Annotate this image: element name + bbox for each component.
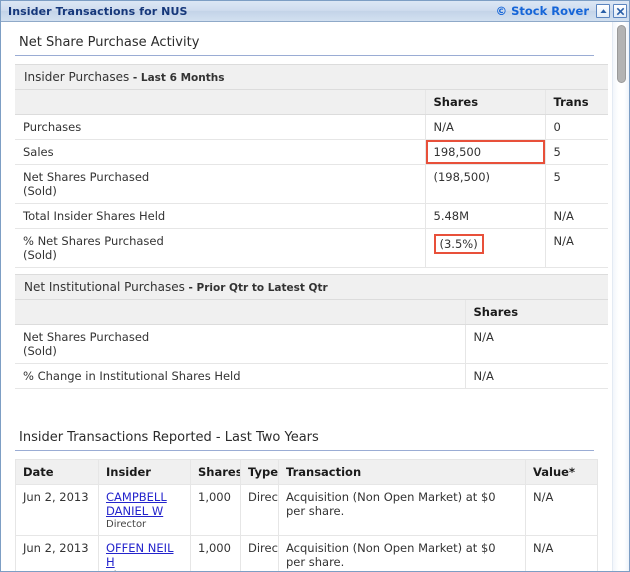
row-label: % Change in Institutional Shares Held <box>15 363 465 389</box>
cell-transaction: Acquisition (Non Open Market) at $0 per … <box>278 535 526 571</box>
col-header-date: Date <box>15 459 99 485</box>
insider-transactions-reported-section: Insider Transactions Reported - Last Two… <box>1 417 608 571</box>
row-shares-value: (3.5%) <box>439 237 478 251</box>
row-trans: 5 <box>544 164 608 204</box>
row-label: Net Shares Purchased (Sold) <box>15 324 465 364</box>
column-header-row: Date Insider Shares Type Transaction Val… <box>15 459 598 485</box>
window-titlebar: Insider Transactions for NUS © Stock Rov… <box>1 1 629 22</box>
col-header-blank <box>15 89 425 115</box>
table-row: % Change in Institutional Shares Held N/… <box>15 363 608 389</box>
row-trans: N/A <box>544 203 608 229</box>
col-header-insider: Insider <box>98 459 191 485</box>
titlebar-controls: © Stock Rover <box>496 4 627 18</box>
group-header-cell: Insider Purchases - Last 6 Months <box>15 64 608 90</box>
row-shares: N/A <box>464 324 608 364</box>
vertical-scrollbar[interactable] <box>612 22 629 571</box>
cell-date: Jun 2, 2013 <box>15 483 99 537</box>
group-header-row: Net Institutional Purchases - Prior Qtr … <box>15 274 608 300</box>
net-institutional-purchases-table: Net Institutional Purchases - Prior Qtr … <box>15 274 608 389</box>
cell-shares: 1,000 <box>190 483 241 537</box>
group-header-row: Insider Purchases - Last 6 Months <box>15 64 608 90</box>
cell-value: N/A <box>525 483 598 537</box>
group-name: Net Institutional Purchases <box>24 280 185 294</box>
table-row: Purchases N/A 0 <box>15 114 608 140</box>
col-header-transaction: Transaction <box>278 459 526 485</box>
cell-transaction: Acquisition (Non Open Market) at $0 per … <box>278 483 526 537</box>
col-header-shares: Shares <box>190 459 241 485</box>
table-row: Total Insider Shares Held 5.48M N/A <box>15 203 608 229</box>
row-trans: 5 <box>544 139 608 165</box>
table-row: Net Shares Purchased (Sold) N/A <box>15 324 608 364</box>
col-header-blank <box>15 299 465 325</box>
net-share-purchase-activity-section: Net Share Purchase Activity Insider Purc… <box>1 22 608 389</box>
col-header-trans: Trans <box>544 89 608 115</box>
col-header-value: Value* <box>525 459 598 485</box>
cell-value: N/A <box>525 535 598 571</box>
row-trans: N/A <box>544 228 608 268</box>
table-row: Sales 198,500 5 <box>15 139 608 165</box>
column-header-row: Shares <box>15 299 608 325</box>
scrollbar-thumb[interactable] <box>617 25 626 83</box>
cell-insider: OFFEN NEIL H Director <box>98 535 191 571</box>
window-title: Insider Transactions for NUS <box>8 4 188 18</box>
col-header-type: Type <box>240 459 279 485</box>
row-shares-highlighted: 198,500 <box>424 139 545 165</box>
table-row: Net Shares Purchased (Sold) (198,500) 5 <box>15 164 608 204</box>
row-shares: (198,500) <box>424 164 545 204</box>
column-header-row: Shares Trans <box>15 89 608 115</box>
cell-date: Jun 2, 2013 <box>15 535 99 571</box>
insider-role: Director <box>106 519 147 531</box>
scroll-content: Net Share Purchase Activity Insider Purc… <box>1 22 608 571</box>
row-shares: 5.48M <box>424 203 545 229</box>
group-period: - Prior Qtr to Latest Qtr <box>188 282 328 294</box>
group-name: Insider Purchases <box>24 70 130 84</box>
insider-purchases-table: Insider Purchases - Last 6 Months Shares… <box>15 64 608 268</box>
insider-transactions-table: Date Insider Shares Type Transaction Val… <box>15 459 598 571</box>
collapse-up-icon[interactable] <box>596 4 610 18</box>
insider-link[interactable]: OFFEN NEIL H <box>106 541 183 569</box>
section-title-net-share: Net Share Purchase Activity <box>15 22 594 56</box>
group-header-cell: Net Institutional Purchases - Prior Qtr … <box>15 274 608 300</box>
section-title-transactions: Insider Transactions Reported - Last Two… <box>15 417 594 451</box>
row-shares-highlighted: (3.5%) <box>424 228 545 268</box>
row-label: % Net Shares Purchased (Sold) <box>15 228 425 268</box>
row-label: Purchases <box>15 114 425 140</box>
row-label: Sales <box>15 139 425 165</box>
insider-transactions-window: Insider Transactions for NUS © Stock Rov… <box>0 0 630 572</box>
table-row: % Net Shares Purchased (Sold) (3.5%) N/A <box>15 228 608 268</box>
highlight-box: (3.5%) <box>433 234 484 254</box>
row-label: Net Shares Purchased (Sold) <box>15 164 425 204</box>
group-period: - Last 6 Months <box>132 72 225 84</box>
col-header-shares: Shares <box>424 89 545 115</box>
insider-link[interactable]: CAMPBELL DANIEL W <box>106 490 183 518</box>
row-shares: N/A <box>424 114 545 140</box>
row-label: Total Insider Shares Held <box>15 203 425 229</box>
cell-type: Direct <box>240 483 279 537</box>
cell-type: Direct <box>240 535 279 571</box>
cell-insider: CAMPBELL DANIEL W Director <box>98 483 191 537</box>
table-row: Jun 2, 2013 CAMPBELL DANIEL W Director 1… <box>15 483 598 537</box>
table-row: Jun 2, 2013 OFFEN NEIL H Director 1,000 … <box>15 535 598 571</box>
row-trans: 0 <box>544 114 608 140</box>
close-icon[interactable] <box>613 4 627 18</box>
row-shares: N/A <box>464 363 608 389</box>
window-body: Net Share Purchase Activity Insider Purc… <box>1 22 629 571</box>
row-shares-value: 198,500 <box>433 145 482 159</box>
brand-label: © Stock Rover <box>495 4 589 18</box>
col-header-shares: Shares <box>464 299 608 325</box>
cell-shares: 1,000 <box>190 535 241 571</box>
